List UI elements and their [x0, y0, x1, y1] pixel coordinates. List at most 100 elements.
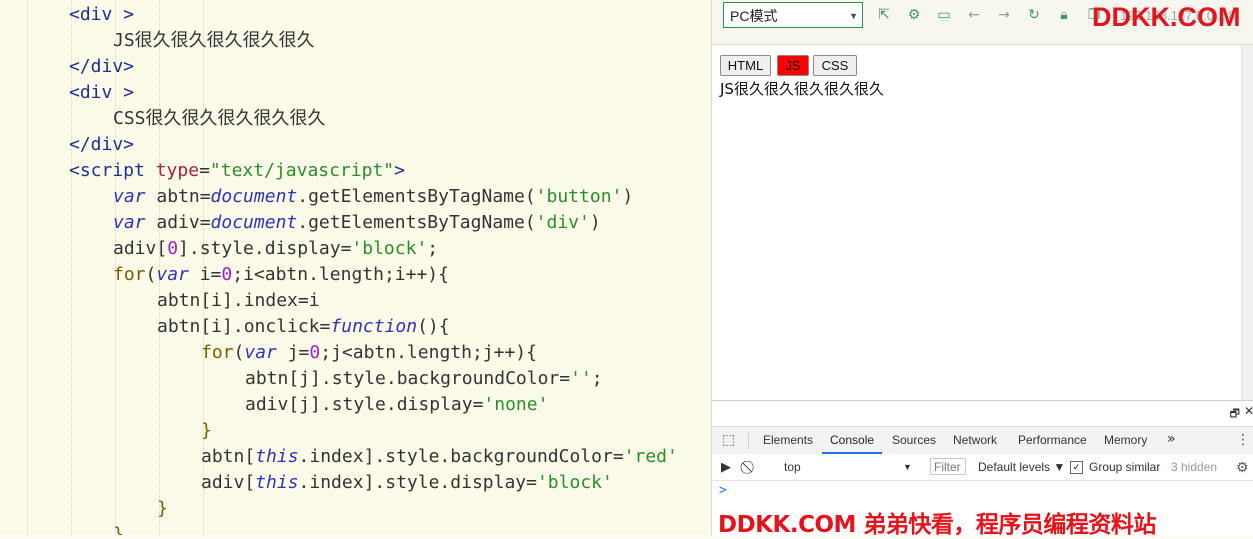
tab-performance[interactable]: Performance [1018, 427, 1087, 454]
code-token: <script [69, 160, 156, 181]
code-token: .getElementsByTagName( [297, 212, 536, 233]
code-token: ;j<abtn.length;j++){ [320, 342, 537, 363]
code-token: ; [591, 368, 603, 389]
code-line: } [157, 496, 168, 522]
code-line: adiv[j].style.display='none' [245, 392, 548, 418]
code-token: .index].style.display= [298, 472, 537, 493]
code-token: 'div' [535, 212, 590, 233]
close-icon[interactable]: ✕ [1244, 404, 1253, 418]
tab-memory[interactable]: Memory [1104, 427, 1147, 454]
console-prompt[interactable]: > [719, 483, 727, 498]
code-token: for [113, 264, 146, 285]
devtools-panel: 🗗 ✕ ⬚ Elements Console Sources Network P… [712, 400, 1253, 538]
code-line: adiv[0].style.display='block'; [113, 236, 438, 262]
tab-console[interactable]: Console [822, 427, 883, 454]
demo-content: JS很久很久很久很久很久 [720, 80, 884, 98]
log-levels-select[interactable]: Default levels ▼ [978, 454, 1065, 480]
devtools-tabs: ⬚ Elements Console Sources Network Perfo… [712, 426, 1253, 455]
inspect-element-icon[interactable]: ⬚ [722, 432, 735, 448]
code-token: abtn[i].index=i [157, 290, 320, 311]
code-token: abtn= [145, 186, 211, 207]
code-token: 0 [221, 264, 233, 285]
chevron-down-icon: ▼ [849, 11, 858, 21]
code-line: abtn[this.index].style.backgroundColor='… [201, 444, 678, 470]
code-token: <div [69, 82, 124, 103]
code-token: this [255, 472, 299, 493]
code-token: 'none' [483, 394, 549, 415]
code-token: CSS很久很久很久很久很久 [113, 108, 326, 129]
code-token: abtn[i].onclick= [157, 316, 331, 337]
code-token: for [201, 342, 234, 363]
code-token: } [113, 524, 124, 535]
code-line: for(var j=0;j<abtn.length;j++){ [201, 340, 537, 366]
tab-network[interactable]: Network [953, 427, 997, 454]
demo-button-js[interactable]: JS [777, 55, 809, 76]
code-line: abtn[j].style.backgroundColor=''; [245, 366, 603, 392]
code-line: var adiv=document.getElementsByTagName('… [113, 210, 601, 236]
code-token: > [394, 160, 405, 181]
group-similar-label: Group similar [1089, 460, 1161, 474]
code-token: this [255, 446, 299, 467]
code-token: = [199, 160, 210, 181]
code-line: for(var i=0;i<abtn.length;i++){ [113, 262, 449, 288]
demo-button-html[interactable]: HTML [720, 55, 771, 76]
code-token: 'block' [351, 238, 428, 259]
back-icon[interactable]: ← [965, 6, 983, 24]
page-preview: HTML JS CSS JS很久很久很久很久很久 [712, 45, 1253, 400]
menu-icon[interactable]: ⋮ [1236, 427, 1250, 454]
code-token: "text/javascript" [209, 160, 395, 181]
terminal-icon[interactable]: ▭ [935, 6, 953, 24]
code-token: i= [188, 264, 222, 285]
console-toolbar: ▶︎ ⃠ top ▼ Filter Default levels ▼ ✓ Gro… [712, 454, 1253, 481]
tab-elements[interactable]: Elements [763, 427, 813, 454]
code-token: ; [427, 238, 439, 259]
code-token: ].style.display= [178, 238, 352, 259]
group-similar-checkbox[interactable]: ✓ [1070, 461, 1083, 474]
code-token: 'block' [536, 472, 613, 493]
demo-button-css[interactable]: CSS [813, 55, 857, 76]
gear-icon[interactable]: ⚙ [1236, 454, 1249, 480]
code-line: abtn[i].index=i [157, 288, 320, 314]
open-external-icon[interactable]: ⇱ [875, 6, 893, 24]
code-editor[interactable]: <div > JS很久很久很久很久很久 </div> <div > CSS很久很久很久很… [0, 0, 711, 535]
code-token: </div> [69, 56, 135, 77]
more-tabs-icon[interactable]: » [1167, 427, 1176, 452]
mode-select[interactable]: PC模式 ▼ [723, 2, 863, 28]
code-token: adiv[j].style.display= [245, 394, 484, 415]
code-line: var abtn=document.getElementsByTagName('… [113, 184, 633, 210]
forward-icon[interactable]: → [995, 6, 1013, 24]
code-token: adiv[ [113, 238, 168, 259]
tab-sources[interactable]: Sources [892, 427, 936, 454]
filter-input[interactable]: Filter [930, 458, 966, 475]
refresh-icon[interactable]: ↻ [1025, 6, 1043, 24]
code-token: 0 [309, 342, 321, 363]
code-token: adiv[ [201, 472, 256, 493]
gear-icon[interactable]: ⚙ [905, 6, 923, 24]
code-line: </div> [69, 54, 134, 80]
code-token: document [210, 212, 298, 233]
code-token: ( [145, 264, 157, 285]
code-token: var [113, 212, 146, 233]
code-line: } [201, 418, 212, 444]
mode-select-value: PC模式 [730, 8, 778, 24]
code-line: <div > [69, 2, 134, 28]
code-token: var [113, 186, 146, 207]
browser-panel: PC模式 ▼ ⇱ ⚙ ▭ ← → ↻ 🔒︎ ❐ 192.168.127.0.0.… [711, 0, 1253, 538]
code-token: > [123, 4, 135, 25]
code-line: adiv[this.index].style.display='block' [201, 470, 613, 496]
undock-icon[interactable]: 🗗 [1230, 405, 1240, 424]
code-token: function [330, 316, 418, 337]
watermark: DDKK.COM 弟弟快看，程序员编程资料站 [718, 512, 1156, 538]
code-token: } [157, 498, 168, 519]
context-select[interactable]: top [784, 454, 914, 480]
code-token: 'button' [535, 186, 623, 207]
code-line: CSS很久很久很久很久很久 [113, 106, 326, 132]
code-token: ;i<abtn.length;i++){ [232, 264, 449, 285]
browser-toolbar: PC模式 ▼ ⇱ ⚙ ▭ ← → ↻ 🔒︎ ❐ 192.168.127.0.0.… [712, 0, 1253, 45]
watermark: DDKK.COM [1092, 2, 1241, 32]
code-token: '' [570, 368, 592, 389]
scrollbar[interactable] [1241, 45, 1253, 400]
sidebar-toggle-icon[interactable]: ▶︎ [721, 454, 731, 480]
code-token: document [210, 186, 298, 207]
code-line: </div> [69, 132, 134, 158]
